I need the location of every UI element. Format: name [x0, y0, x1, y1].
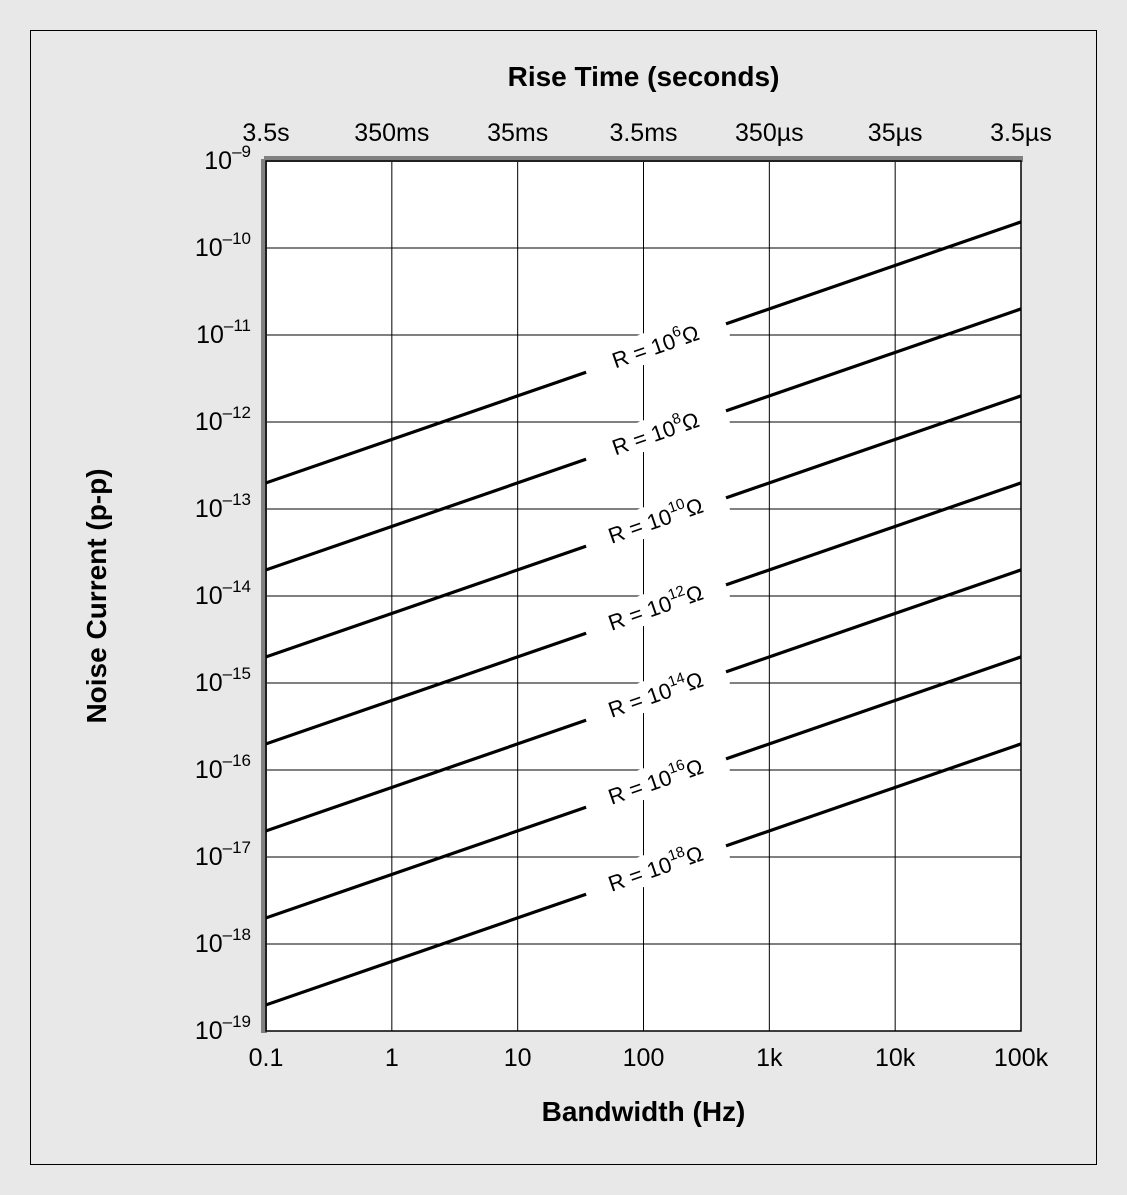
x-top-tick-label: 350ms [354, 119, 429, 147]
y-tick-label: 10–10 [195, 229, 251, 262]
y-tick-label: 10–19 [195, 1012, 251, 1045]
x-tick-label: 100k [994, 1044, 1049, 1072]
y-tick-label: 10–18 [195, 925, 251, 958]
x-top-tick-label: 3.5µs [990, 119, 1052, 147]
y-tick-label: 10–15 [195, 664, 251, 697]
x-tick-label: 0.1 [249, 1044, 284, 1072]
x-tick-label: 1 [385, 1044, 399, 1072]
x-tick-label: 1k [756, 1044, 783, 1072]
y-tick-label: 10–14 [195, 577, 251, 610]
y-tick-label: 10–9 [204, 142, 251, 175]
y-tick-label: 10–12 [195, 403, 251, 436]
y-tick-label: 10–17 [195, 838, 251, 871]
y-tick-label: 10–16 [195, 751, 251, 784]
y-axis-title: Noise Current (p-p) [81, 468, 112, 723]
x-top-tick-label: 350µs [735, 119, 804, 147]
x-top-tick-label: 35µs [868, 119, 923, 147]
chart-panel: R = 106ΩR = 108ΩR = 1010ΩR = 1012ΩR = 10… [30, 30, 1097, 1165]
y-tick-label: 10–11 [196, 316, 251, 349]
x-tick-label: 100 [623, 1044, 665, 1072]
x-tick-label: 10k [875, 1044, 916, 1072]
top-axis-title: Rise Time (seconds) [508, 61, 780, 92]
x-top-tick-label: 35ms [487, 119, 548, 147]
bottom-axis-title: Bandwidth (Hz) [542, 1096, 746, 1127]
noise-current-chart: R = 106ΩR = 108ΩR = 1010ΩR = 1012ΩR = 10… [31, 31, 1096, 1164]
x-tick-label: 10 [504, 1044, 532, 1072]
y-tick-label: 10–13 [195, 490, 251, 523]
x-top-tick-label: 3.5ms [609, 119, 677, 147]
